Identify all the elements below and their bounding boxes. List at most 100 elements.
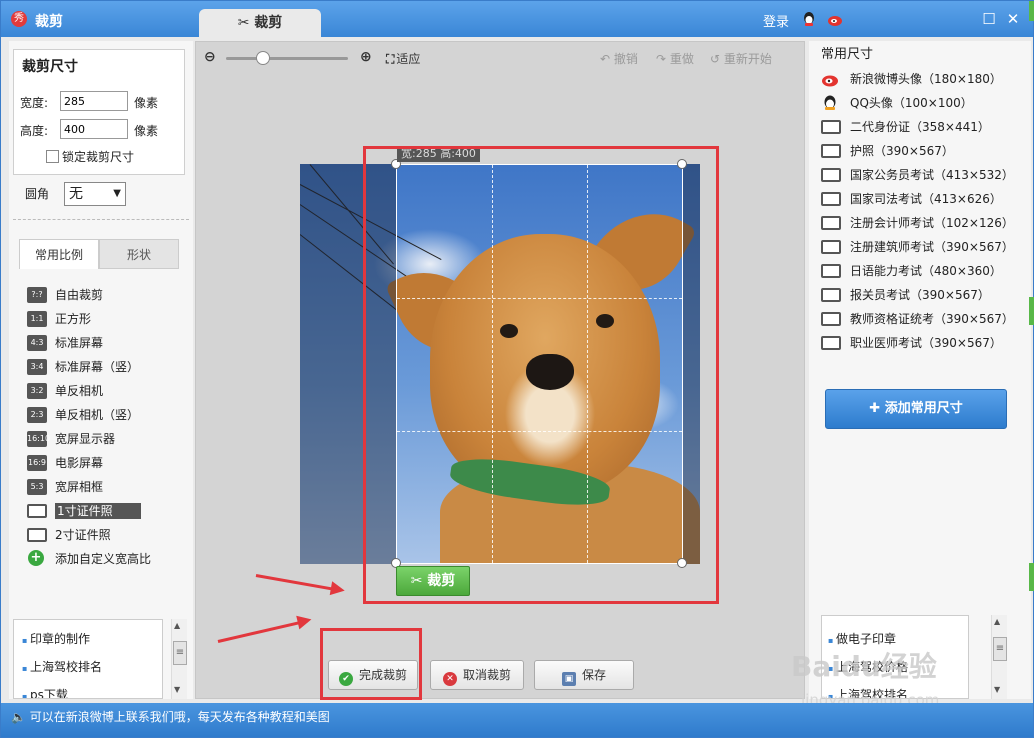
canvas-toolbar: ⊖ ⊕ ⛶ 适应 ↶ 撤销 ↷ 重做 ↺ 重新开始 xyxy=(196,42,806,72)
add-custom-ratio[interactable]: + 添加自定义宽高比 xyxy=(27,547,187,571)
ratio-item-square[interactable]: 1:1 正方形 xyxy=(27,307,187,331)
link-item[interactable]: ps下载 xyxy=(22,686,162,698)
ratio-item-1-inch-id[interactable]: 1寸证件照 xyxy=(27,499,187,523)
zoom-in-icon[interactable]: ⊕ xyxy=(360,49,372,65)
save-button[interactable]: ▣ 保存 xyxy=(534,660,634,690)
divider xyxy=(13,219,189,220)
preset-jlpt[interactable]: 日语能力考试（480×360） xyxy=(821,259,1027,283)
scroll-down-icon[interactable]: ▼ xyxy=(174,685,180,694)
id-card-icon xyxy=(821,264,841,278)
ratio-label: 1寸证件照 xyxy=(55,503,141,519)
preset-judicial-exam[interactable]: 国家司法考试（413×626） xyxy=(821,187,1027,211)
redo-button[interactable]: ↷ 重做 xyxy=(656,50,694,67)
redo-label: 重做 xyxy=(669,52,694,66)
ratio-item-16-10[interactable]: 16:10 宽屏显示器 xyxy=(27,427,187,451)
status-text[interactable]: 可以在新浪微博上联系我们哦，每天发布各种教程和美图 xyxy=(30,710,330,724)
width-input[interactable] xyxy=(60,91,128,111)
ratio-label: 宽屏相框 xyxy=(55,480,104,494)
id-card-icon xyxy=(821,240,841,254)
preset-teacher-exam[interactable]: 教师资格证统考（390×567） xyxy=(821,307,1027,331)
tab-common-ratio[interactable]: 常用比例 xyxy=(19,239,99,269)
ratio-label: 添加自定义宽高比 xyxy=(55,552,152,566)
cancel-crop-label: 取消裁剪 xyxy=(462,668,511,682)
left-links-scrollbar[interactable]: ▲ ≡ ▼ xyxy=(171,619,187,699)
height-unit: 像素 xyxy=(134,124,159,138)
id-card-icon xyxy=(821,120,841,134)
height-label: 高度: xyxy=(20,124,49,138)
lock-size-checkbox[interactable]: 锁定裁剪尺寸 xyxy=(46,148,134,165)
qq-icon[interactable] xyxy=(801,11,817,27)
cancel-circle-icon: ✕ xyxy=(442,672,457,686)
ratio-item-free[interactable]: ?:? 自由裁剪 xyxy=(27,283,187,307)
preset-passport[interactable]: 护照（390×567） xyxy=(821,139,1027,163)
preset-id-card[interactable]: 二代身份证（358×441） xyxy=(821,115,1027,139)
crop-size-heading: 裁剪尺寸 xyxy=(22,59,78,75)
preset-customs-exam[interactable]: 报关员考试（390×567） xyxy=(821,283,1027,307)
zoom-out-icon[interactable]: ⊖ xyxy=(204,49,216,65)
ratio-badge-icon: 1:1 xyxy=(27,311,47,327)
id-card-icon xyxy=(821,336,841,350)
qq-icon xyxy=(821,94,839,112)
undo-button[interactable]: ↶ 撤销 xyxy=(600,50,638,67)
ratio-label: 自由裁剪 xyxy=(55,288,104,302)
left-links-box: 印章的制作 上海驾校排名 ps下载 xyxy=(13,619,163,699)
id-card-icon xyxy=(821,144,841,158)
preset-label: 护照（390×567） xyxy=(850,144,954,158)
link-item[interactable]: 印章的制作 xyxy=(22,630,162,658)
finish-crop-button[interactable]: ✔ 完成裁剪 xyxy=(328,660,418,690)
ratio-label: 单反相机（竖） xyxy=(55,408,140,422)
preset-architect-exam[interactable]: 注册建筑师考试（390×567） xyxy=(821,235,1027,259)
scroll-down-icon[interactable]: ▼ xyxy=(994,685,1000,694)
scroll-up-icon[interactable]: ▲ xyxy=(994,617,1000,626)
link-item[interactable]: 上海驾校排名 xyxy=(22,658,162,686)
ratio-item-3-4[interactable]: 3:4 标准屏幕（竖） xyxy=(27,355,187,379)
add-common-size-button[interactable]: ✚ 添加常用尺寸 xyxy=(825,389,1007,429)
width-label: 宽度: xyxy=(20,96,49,110)
cancel-crop-button[interactable]: ✕ 取消裁剪 xyxy=(430,660,524,690)
scroll-up-icon[interactable]: ▲ xyxy=(174,621,180,630)
zoom-slider[interactable] xyxy=(226,57,348,60)
plus-circle-icon: + xyxy=(28,550,44,566)
maximize-button[interactable]: ☐ xyxy=(979,9,999,29)
ratio-label: 电影屏幕 xyxy=(55,456,104,470)
annotation-arrow xyxy=(217,619,308,643)
preset-label: 国家公务员考试（413×532） xyxy=(850,168,1014,182)
preset-label: 新浪微博头像（180×180） xyxy=(850,72,1002,86)
ratio-item-5-3[interactable]: 5:3 宽屏相框 xyxy=(27,475,187,499)
scroll-thumb[interactable]: ≡ xyxy=(173,641,187,665)
tab-shape[interactable]: 形状 xyxy=(99,239,179,269)
fit-icon: ⛶ xyxy=(386,52,395,66)
ratio-item-3-2[interactable]: 3:2 单反相机 xyxy=(27,379,187,403)
preset-list: 新浪微博头像（180×180） QQ头像（100×100） 二代身份证（358×… xyxy=(821,67,1027,355)
id-card-icon xyxy=(821,168,841,182)
zoom-slider-handle[interactable] xyxy=(256,51,270,65)
preset-cpa-exam[interactable]: 注册会计师考试（102×126） xyxy=(821,211,1027,235)
preset-qq-avatar[interactable]: QQ头像（100×100） xyxy=(821,91,1027,115)
preset-physician-exam[interactable]: 职业医师考试（390×567） xyxy=(821,331,1027,355)
ratio-item-4-3[interactable]: 4:3 标准屏幕 xyxy=(27,331,187,355)
ratio-badge-icon: 2:3 xyxy=(27,407,47,423)
restart-label: 重新开始 xyxy=(723,52,772,66)
ratio-item-2-inch-id[interactable]: 2寸证件照 xyxy=(27,523,187,547)
close-button[interactable]: ✕ xyxy=(1003,9,1023,29)
annotation-arrow xyxy=(255,574,341,592)
login-link[interactable]: 登录 xyxy=(763,11,789,30)
weibo-icon[interactable] xyxy=(827,11,843,27)
preset-weibo-avatar[interactable]: 新浪微博头像（180×180） xyxy=(821,67,1027,91)
scroll-thumb[interactable]: ≡ xyxy=(993,637,1007,661)
left-panel: 裁剪尺寸 宽度: 像素 高度: 像素 锁定裁剪尺寸 圆角 无▼ 常用比例 形状 … xyxy=(9,41,193,699)
tab-crop[interactable]: ✂ 裁剪 xyxy=(199,9,321,37)
ratio-badge-icon: 3:2 xyxy=(27,383,47,399)
watermark-logo: Baidu经验 xyxy=(791,650,937,683)
fit-button[interactable]: ⛶ 适应 xyxy=(386,50,420,67)
lock-size-label: 锁定裁剪尺寸 xyxy=(62,150,135,164)
restart-button[interactable]: ↺ 重新开始 xyxy=(710,50,772,67)
right-links-scrollbar[interactable]: ▲ ≡ ▼ xyxy=(991,615,1007,699)
height-input[interactable] xyxy=(60,119,128,139)
save-disk-icon: ▣ xyxy=(561,672,576,686)
ratio-item-2-3[interactable]: 2:3 单反相机（竖） xyxy=(27,403,187,427)
round-corner-select[interactable]: 无 ▼ xyxy=(64,182,126,206)
plus-icon: ✚ xyxy=(869,401,885,416)
ratio-item-16-9[interactable]: 16:9 电影屏幕 xyxy=(27,451,187,475)
preset-civil-service[interactable]: 国家公务员考试（413×532） xyxy=(821,163,1027,187)
